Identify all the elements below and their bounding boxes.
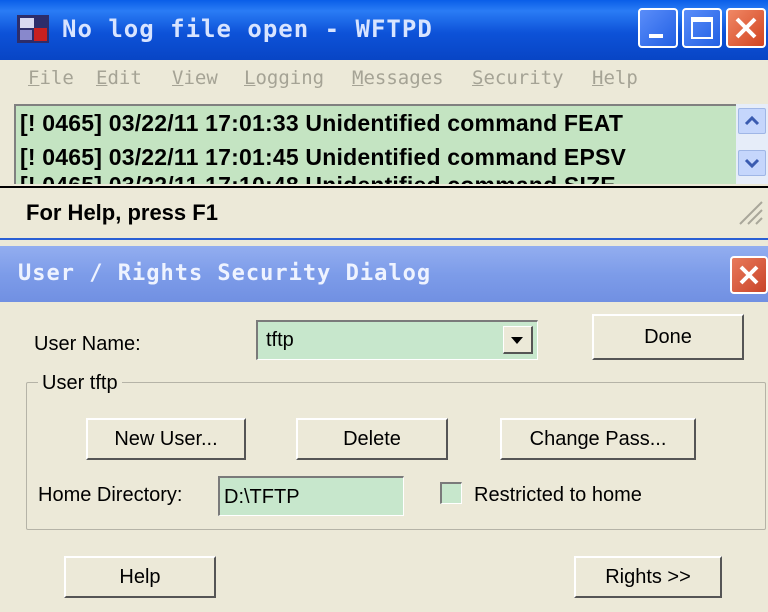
log-line: [! 0465] 03/22/11 17:10:48 Unidentified …	[20, 172, 616, 184]
new-user-button[interactable]: New User...	[86, 418, 246, 460]
change-pass-button[interactable]: Change Pass...	[500, 418, 696, 460]
home-directory-label: Home Directory:	[38, 484, 183, 506]
close-icon	[739, 265, 759, 285]
help-button[interactable]: Help	[64, 556, 216, 598]
close-icon	[735, 17, 757, 39]
dropdown-button[interactable]	[503, 326, 533, 354]
status-text: For Help, press F1	[26, 200, 218, 225]
minimize-icon	[649, 34, 663, 38]
delete-button[interactable]: Delete	[296, 418, 448, 460]
close-button[interactable]	[726, 8, 766, 48]
main-window-title: No log file open - WFTPD	[62, 15, 433, 43]
user-name-label: User Name:	[34, 333, 141, 355]
log-line: [! 0465] 03/22/11 17:01:33 Unidentified …	[20, 110, 624, 136]
maximize-icon	[691, 17, 713, 39]
user-name-combobox[interactable]: tftp	[256, 320, 538, 360]
log-scrollbar[interactable]	[736, 104, 768, 184]
menu-help[interactable]: Help	[592, 67, 638, 89]
restricted-label: Restricted to home	[474, 484, 642, 506]
chevron-up-icon	[744, 115, 760, 126]
resize-grip-icon[interactable]	[734, 196, 764, 226]
scroll-down-button[interactable]	[738, 150, 766, 176]
menu-bar: File Edit View Logging Messages Security…	[0, 60, 768, 100]
menu-view[interactable]: View	[172, 67, 218, 89]
menu-edit[interactable]: Edit	[96, 67, 142, 89]
dialog-title: User / Rights Security Dialog	[18, 261, 432, 286]
log-line: [! 0465] 03/22/11 17:01:45 Unidentified …	[20, 144, 627, 170]
status-bar: For Help, press F1	[0, 186, 768, 236]
log-view[interactable]: [! 0465] 03/22/11 17:01:33 Unidentified …	[14, 104, 768, 184]
done-button[interactable]: Done	[592, 314, 744, 360]
menu-logging[interactable]: Logging	[244, 67, 324, 89]
dialog-close-button[interactable]	[730, 256, 768, 294]
restricted-checkbox[interactable]	[440, 482, 462, 504]
minimize-button[interactable]	[638, 8, 678, 48]
menu-file[interactable]: File	[28, 67, 74, 89]
home-directory-field[interactable]: D:\TFTP	[218, 476, 404, 516]
user-group-label: User tftp	[38, 372, 122, 395]
scroll-up-button[interactable]	[738, 108, 766, 134]
main-window: No log file open - WFTPD File Edit View …	[0, 0, 768, 238]
chevron-down-icon	[744, 158, 760, 169]
menu-messages[interactable]: Messages	[352, 67, 444, 89]
maximize-button[interactable]	[682, 8, 722, 48]
user-name-value: tftp	[266, 329, 294, 351]
wftpd-app-icon[interactable]	[16, 14, 50, 44]
home-directory-value: D:\TFTP	[224, 486, 300, 508]
menu-security[interactable]: Security	[472, 67, 564, 89]
dropdown-arrow-icon	[511, 337, 523, 344]
rights-button[interactable]: Rights >>	[574, 556, 722, 598]
dialog-titlebar[interactable]: User / Rights Security Dialog	[0, 246, 768, 302]
main-titlebar[interactable]: No log file open - WFTPD	[0, 0, 768, 60]
